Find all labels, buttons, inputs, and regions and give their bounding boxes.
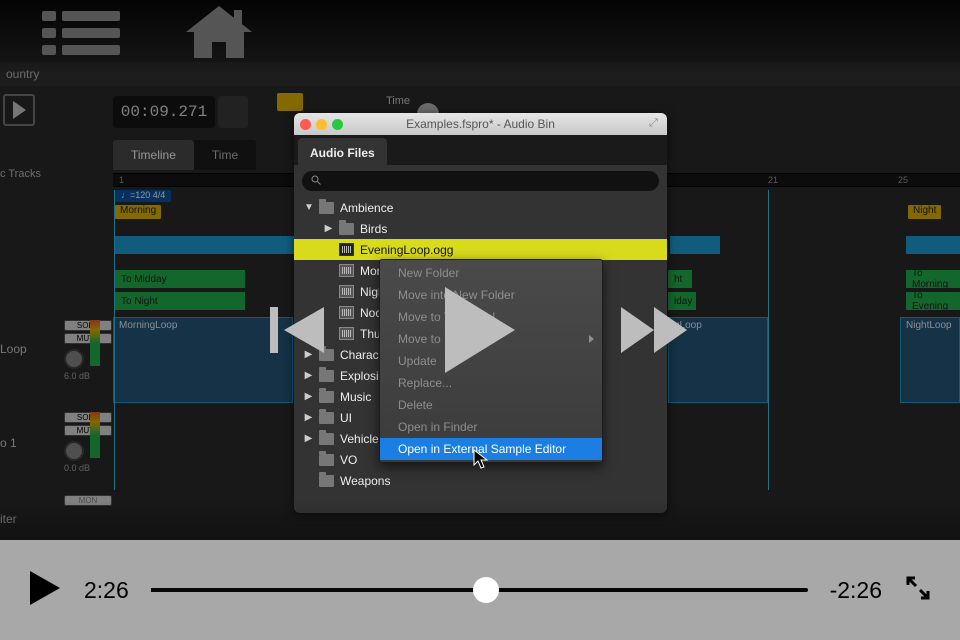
tree-label: Weapons [340, 474, 390, 488]
folder-icon [319, 202, 334, 214]
tree-folder-ambience[interactable]: ▼ Ambience [294, 197, 667, 218]
menu-replace[interactable]: Replace... [380, 372, 602, 394]
search-icon [310, 174, 322, 189]
minimize-icon[interactable] [316, 119, 327, 130]
fullscreen-icon [904, 574, 932, 602]
folder-icon [319, 370, 334, 382]
menu-move-into-new-folder[interactable]: Move into New Folder [380, 284, 602, 306]
folder-icon [319, 349, 334, 361]
elapsed-time: 2:26 [84, 577, 129, 604]
chevron-right-icon: ▶ [304, 433, 313, 444]
menu-move-to[interactable]: Move to [380, 328, 602, 350]
tree-label: Birds [360, 222, 387, 236]
chevron-right-icon: ▶ [324, 223, 333, 234]
list-icon [42, 7, 120, 59]
cursor-icon [473, 449, 491, 476]
menu-open-in-external-sample-editor[interactable]: Open in External Sample Editor [380, 438, 602, 460]
play-icon [28, 569, 62, 607]
scrubber-knob[interactable] [473, 577, 499, 603]
panel-tabbar: Audio Files [294, 135, 667, 165]
folder-icon [319, 433, 334, 445]
menu-move-to-top-level[interactable]: Move to Top Level [380, 306, 602, 328]
zoom-icon[interactable] [332, 119, 343, 130]
panel-titlebar[interactable]: Examples.fspro* - Audio Bin ⤢ [294, 113, 667, 135]
tree-label: Vehicle [340, 432, 379, 446]
menu-new-folder[interactable]: New Folder [380, 262, 602, 284]
video-player-bar: 2:26 -2:26 [0, 540, 960, 640]
tree-label: Music [340, 390, 371, 404]
remaining-time: -2:26 [830, 577, 882, 604]
menu-open-in-finder[interactable]: Open in Finder [380, 416, 602, 438]
waveform-icon [339, 264, 354, 277]
waveform-icon [339, 306, 354, 319]
chevron-down-icon: ▼ [304, 202, 313, 213]
tree-label: Charac [340, 348, 379, 362]
menu-update[interactable]: Update [380, 350, 602, 372]
tree-label: VO [340, 453, 357, 467]
tree-file-eveningloop[interactable]: EveningLoop.ogg [294, 239, 667, 260]
tree-label: Ambience [340, 201, 393, 215]
chevron-right-icon: ▶ [304, 370, 313, 381]
panel-title: Examples.fspro* - Audio Bin [294, 117, 667, 131]
scrubber-fill [151, 588, 486, 592]
chevron-right-icon: ▶ [304, 349, 313, 360]
list-button[interactable] [38, 2, 124, 64]
waveform-icon [339, 327, 354, 340]
player-play-button[interactable] [28, 569, 62, 612]
folder-icon [319, 412, 334, 424]
tree-label: Explosi [340, 369, 379, 383]
folder-icon [339, 223, 354, 235]
waveform-icon [339, 285, 354, 298]
traffic-lights [300, 119, 343, 130]
tree-folder-birds[interactable]: ▶ Birds [294, 218, 667, 239]
chevron-right-icon: ▶ [304, 412, 313, 423]
expand-icon[interactable]: ⤢ [649, 117, 661, 129]
scrubber[interactable] [151, 588, 808, 592]
context-menu: New Folder Move into New Folder Move to … [379, 259, 603, 463]
home-button[interactable] [176, 2, 262, 64]
tab-audio-files[interactable]: Audio Files [298, 138, 387, 168]
fullscreen-button[interactable] [904, 574, 932, 607]
folder-icon [319, 475, 334, 487]
search-input[interactable] [302, 171, 659, 191]
folder-icon [319, 391, 334, 403]
waveform-icon [339, 243, 354, 256]
tree-label: EveningLoop.ogg [360, 243, 453, 257]
tree-label: UI [340, 411, 352, 425]
home-icon [180, 2, 258, 64]
folder-icon [319, 454, 334, 466]
close-icon[interactable] [300, 119, 311, 130]
menu-delete[interactable]: Delete [380, 394, 602, 416]
chevron-right-icon: ▶ [304, 391, 313, 402]
